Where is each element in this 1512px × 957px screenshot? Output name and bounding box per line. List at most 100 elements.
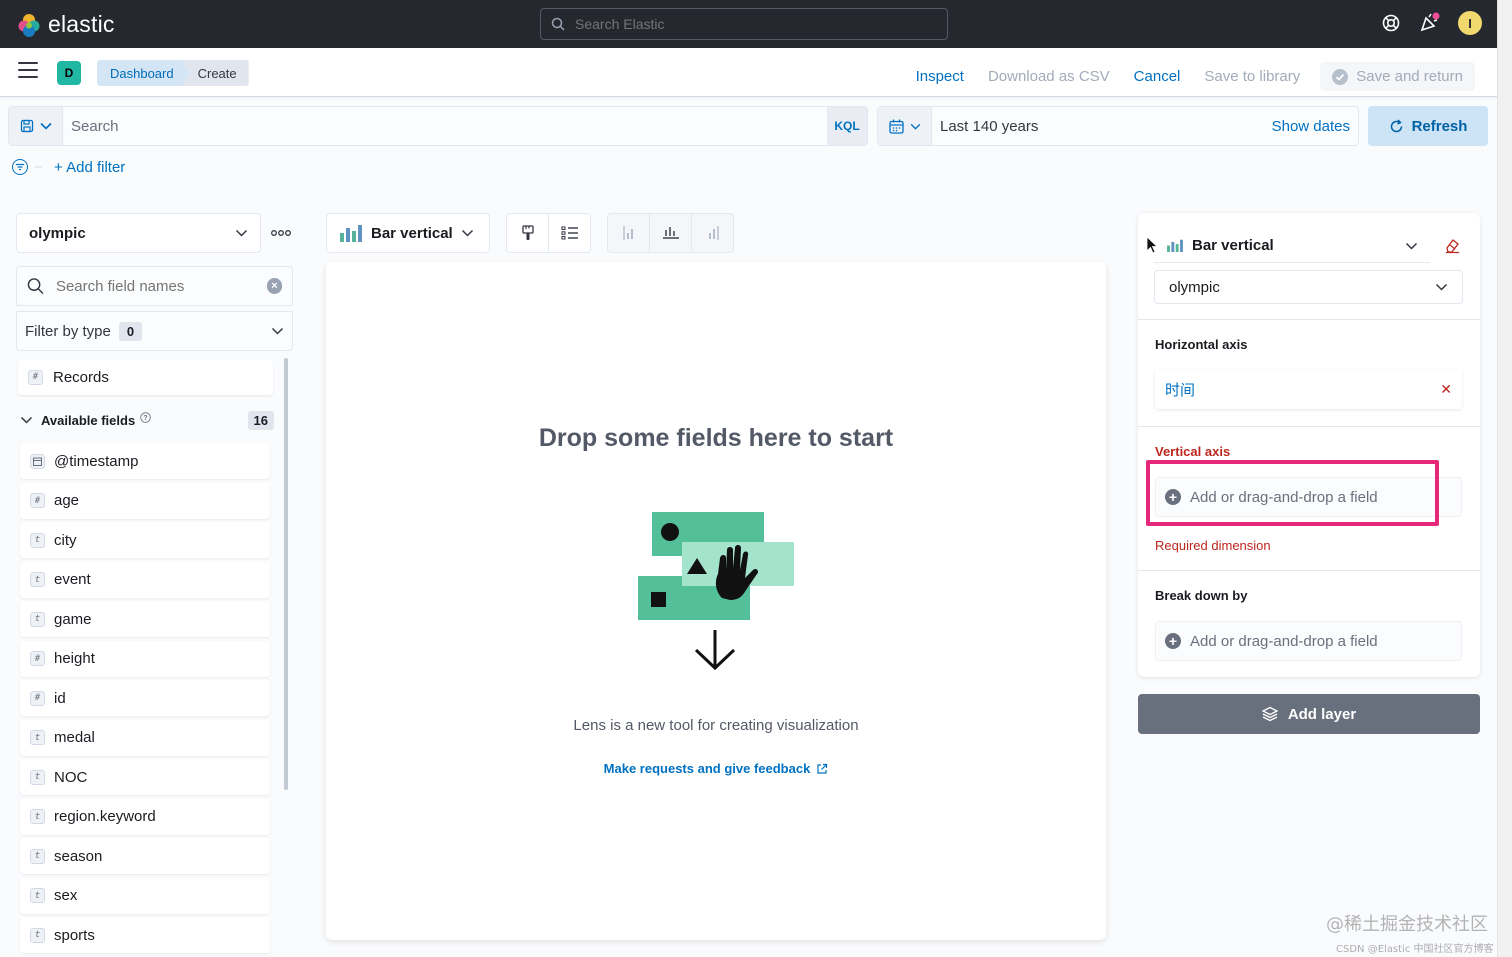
- horizontal-axis-field[interactable]: 时间 ✕: [1155, 369, 1462, 409]
- field-list-item[interactable]: t game: [20, 601, 270, 637]
- add-field-label: Add or drag-and-drop a field: [1190, 632, 1378, 650]
- global-search[interactable]: [540, 8, 948, 40]
- filter-by-type[interactable]: Filter by type 0: [16, 311, 293, 351]
- filter-row: + Add filter: [12, 158, 125, 176]
- field-list-item[interactable]: # id: [20, 680, 270, 716]
- break-down-add-field[interactable]: + Add or drag-and-drop a field: [1155, 621, 1462, 661]
- filter-icon[interactable]: [12, 158, 44, 176]
- help-icon[interactable]: [1382, 14, 1400, 32]
- chart-type-switcher[interactable]: Bar vertical: [326, 213, 490, 253]
- brand-text: elastic: [48, 11, 115, 37]
- field-list-item[interactable]: # age: [20, 482, 270, 519]
- user-avatar[interactable]: I: [1458, 11, 1482, 35]
- time-range[interactable]: Last 140 years: [932, 118, 1272, 135]
- field-list: @timestamp # age t city t event t game # height # id…: [20, 443, 270, 957]
- field-list-item[interactable]: t sex: [20, 877, 270, 914]
- refresh-icon: [1390, 118, 1402, 132]
- drop-zone-title: Drop some fields here to start: [538, 424, 894, 452]
- show-dates-link[interactable]: Show dates: [1272, 118, 1358, 135]
- save-to-library-button[interactable]: Save to library: [1204, 68, 1300, 85]
- field-list-item[interactable]: t medal: [20, 719, 270, 756]
- bottom-axis-button[interactable]: [650, 214, 692, 252]
- elastic-logo[interactable]: elastic: [16, 11, 115, 38]
- page-scrollbar[interactable]: [1497, 0, 1512, 957]
- remove-field-icon[interactable]: ✕: [1440, 381, 1452, 398]
- saved-query-menu[interactable]: [9, 107, 63, 145]
- save-and-return-button[interactable]: Save and return: [1320, 62, 1475, 91]
- breadcrumb-create: Create: [181, 60, 249, 86]
- field-list-item[interactable]: t sports: [20, 917, 270, 953]
- space-avatar[interactable]: D: [57, 61, 81, 85]
- field-list-item[interactable]: t NOC: [20, 759, 270, 795]
- watermark: @稀土掘金技术社区: [1326, 914, 1488, 935]
- legend-icon: [561, 226, 578, 240]
- breadcrumb-dashboard[interactable]: Dashboard: [97, 60, 190, 86]
- layer-chart-type-select[interactable]: Bar vertical: [1154, 229, 1430, 263]
- query-language-toggle[interactable]: KQL: [827, 107, 867, 145]
- bar-chart-icon: [340, 225, 362, 242]
- breadcrumb: Dashboard Create: [97, 60, 249, 86]
- newsfeed-icon[interactable]: [1418, 12, 1440, 34]
- more-options-icon[interactable]: [270, 226, 292, 240]
- menu-icon[interactable]: [18, 62, 38, 83]
- field-list-item[interactable]: t city: [20, 522, 270, 558]
- records-field[interactable]: # Records: [18, 359, 273, 395]
- field-list-item[interactable]: t event: [20, 561, 270, 598]
- divider: [1138, 319, 1480, 320]
- info-icon[interactable]: ?: [140, 411, 151, 423]
- number-type-icon: #: [30, 690, 45, 706]
- clear-layer-icon[interactable]: [1444, 237, 1461, 254]
- download-csv-button[interactable]: Download as CSV: [988, 68, 1110, 85]
- string-type-icon: t: [30, 730, 45, 745]
- available-fields-header[interactable]: Available fields ? 16: [20, 410, 274, 430]
- left-axis-button[interactable]: [608, 214, 650, 252]
- left-axis-icon: [622, 226, 633, 240]
- chevron-down-icon: [910, 123, 920, 130]
- cancel-button[interactable]: Cancel: [1134, 68, 1181, 85]
- field-list-item[interactable]: t region.keyword: [20, 798, 270, 835]
- field-name: id: [54, 689, 66, 707]
- external-link-icon: [817, 763, 828, 774]
- field-search[interactable]: ×: [16, 266, 293, 306]
- global-search-input[interactable]: [575, 16, 935, 32]
- string-type-icon: t: [30, 611, 45, 627]
- index-pattern-select[interactable]: olympic: [16, 213, 261, 253]
- search-icon: [27, 278, 44, 295]
- inspect-button[interactable]: Inspect: [916, 68, 964, 85]
- feedback-link[interactable]: Make requests and give feedback: [326, 761, 1106, 776]
- field-name: NOC: [54, 768, 88, 786]
- horizontal-axis-label: Horizontal axis: [1155, 337, 1248, 352]
- feedback-link-label: Make requests and give feedback: [603, 761, 811, 776]
- field-list-item[interactable]: # height: [20, 640, 270, 677]
- legend-button[interactable]: [549, 214, 590, 252]
- chevron-down-icon: [39, 122, 52, 130]
- clear-search-icon[interactable]: ×: [266, 278, 282, 294]
- check-circle-icon: [1332, 68, 1349, 85]
- date-picker: Last 140 years Show dates: [877, 106, 1359, 146]
- layer-index-label: olympic: [1169, 278, 1220, 296]
- refresh-button[interactable]: Refresh: [1368, 106, 1488, 146]
- string-type-icon: t: [30, 888, 45, 903]
- field-list-item[interactable]: @timestamp: [20, 443, 270, 479]
- elastic-logo-icon: [18, 13, 40, 37]
- field-list-scrollbar[interactable]: [284, 358, 288, 790]
- chart-type-label: Bar vertical: [371, 224, 453, 242]
- string-type-icon: t: [30, 809, 45, 824]
- workspace-panel[interactable]: Drop some fields here to start Lens is a…: [326, 262, 1106, 940]
- horizontal-axis-field-label[interactable]: 时间: [1165, 379, 1195, 400]
- field-list-item[interactable]: t season: [20, 838, 270, 874]
- layer-index-select[interactable]: olympic: [1154, 270, 1463, 304]
- query-bar: Search KQL: [8, 106, 868, 146]
- add-filter-button[interactable]: + Add filter: [54, 159, 125, 176]
- paintbrush-icon: [521, 225, 534, 240]
- field-name: event: [54, 571, 91, 588]
- required-dimension-error: Required dimension: [1155, 538, 1271, 553]
- right-axis-button[interactable]: [692, 214, 733, 252]
- appearance-button[interactable]: [507, 214, 549, 252]
- query-search-input[interactable]: Search: [63, 107, 827, 145]
- save-and-return-label: Save and return: [1356, 68, 1463, 85]
- filter-by-type-label: Filter by type: [25, 322, 111, 340]
- quick-date-menu[interactable]: [878, 107, 932, 145]
- field-search-input[interactable]: [55, 277, 255, 295]
- add-layer-button[interactable]: Add layer: [1138, 694, 1480, 734]
